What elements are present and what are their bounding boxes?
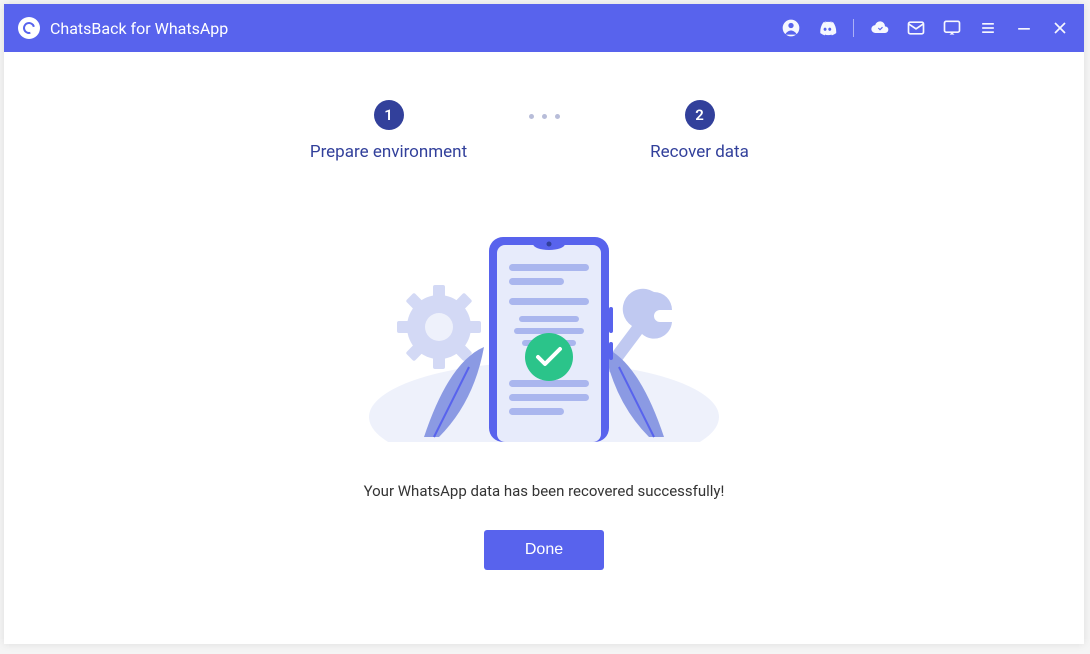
app-window: ChatsBack for WhatsApp [4,4,1084,644]
step-2: 2 Recover data [600,100,800,162]
step-2-circle: 2 [685,100,715,130]
account-icon[interactable] [781,18,801,38]
step-1-label: Prepare environment [310,142,467,162]
mail-icon[interactable] [906,18,926,38]
main-content: 1 Prepare environment 2 Recover data [4,52,1084,644]
close-icon[interactable] [1050,18,1070,38]
menu-icon[interactable] [978,18,998,38]
titlebar-divider [853,19,854,37]
app-logo-icon [18,17,40,39]
feedback-icon[interactable] [942,18,962,38]
status-message: Your WhatsApp data has been recovered su… [364,482,725,500]
titlebar: ChatsBack for WhatsApp [4,4,1084,52]
titlebar-left: ChatsBack for WhatsApp [18,17,228,39]
steps-indicator: 1 Prepare environment 2 Recover data [289,100,800,162]
minimize-icon[interactable] [1014,18,1034,38]
step-dots [529,114,560,119]
step-1-circle: 1 [374,100,404,130]
done-button[interactable]: Done [484,530,604,570]
cloud-icon[interactable] [870,18,890,38]
discord-icon[interactable] [817,18,837,38]
app-title: ChatsBack for WhatsApp [50,19,228,38]
success-illustration [364,222,724,442]
step-2-label: Recover data [650,142,749,162]
step-1: 1 Prepare environment [289,100,489,162]
titlebar-right [781,18,1070,38]
